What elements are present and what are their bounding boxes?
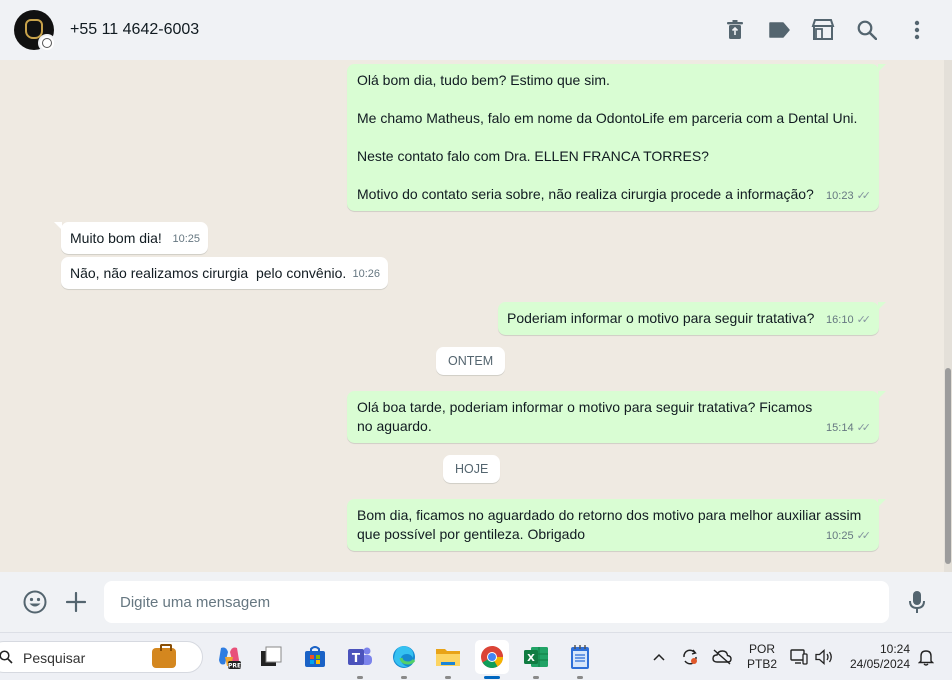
store-icon[interactable] xyxy=(298,640,332,674)
running-indicator xyxy=(577,676,583,679)
menu-icon[interactable] xyxy=(905,18,929,42)
windows-taskbar: Pesquisar PRE T X POR PTB2 10:24 24/05/2… xyxy=(0,632,952,680)
svg-text:PRE: PRE xyxy=(228,662,241,669)
message-composer xyxy=(0,572,952,632)
date-separator: HOJE xyxy=(443,455,501,483)
sync-icon[interactable] xyxy=(678,641,702,673)
clock-date: 24/05/2024 xyxy=(849,657,910,671)
message-meta: 10:26 xyxy=(352,265,380,284)
chat-scrollbar[interactable] xyxy=(944,60,952,572)
message-text: Neste contato falo com Dra. ELLEN FRANCA… xyxy=(357,148,709,164)
cloud-off-icon[interactable] xyxy=(710,641,734,673)
running-indicator xyxy=(401,676,407,679)
message-time: 15:14 xyxy=(826,422,854,434)
chrome-icon[interactable] xyxy=(475,640,509,679)
contact-avatar[interactable] xyxy=(14,10,56,52)
message-text: Não, não realizamos cirurgia pelo convên… xyxy=(70,265,347,281)
network-icon[interactable] xyxy=(787,641,811,673)
svg-text:X: X xyxy=(527,653,535,664)
message-meta: 10:25 ✓✓ xyxy=(826,527,871,546)
message-text: Motivo do contato seria sobre, não reali… xyxy=(357,186,814,202)
task-view-icon[interactable] xyxy=(254,640,288,674)
microphone-icon[interactable] xyxy=(905,590,929,614)
message-meta: 10:23 ✓✓ xyxy=(826,187,871,206)
scrollbar-thumb[interactable] xyxy=(945,368,951,564)
attach-plus-icon[interactable] xyxy=(64,590,88,614)
contact-name[interactable]: +55 11 4642-6003 xyxy=(70,21,199,39)
message-bubble-outgoing[interactable]: Bom dia, ficamos no aguardado do retorno… xyxy=(347,499,886,551)
keyboard-layout: PTB2 xyxy=(746,657,777,671)
message-time: 10:25 xyxy=(172,233,200,245)
emoji-icon[interactable] xyxy=(23,590,47,614)
date-separator: ONTEM xyxy=(436,347,506,375)
message-bubble-incoming[interactable]: Não, não realizamos cirurgia pelo convên… xyxy=(61,257,388,289)
edge-icon[interactable] xyxy=(387,640,421,679)
message-meta: 10:25 xyxy=(172,230,200,249)
store-icon[interactable] xyxy=(811,18,835,42)
chat-messages-area[interactable]: Olá bom dia, tudo bem? Estimo que sim. M… xyxy=(0,60,944,572)
message-bubble-outgoing[interactable]: Olá bom dia, tudo bem? Estimo que sim. M… xyxy=(347,64,886,211)
message-time: 10:26 xyxy=(352,268,380,280)
language-code: POR xyxy=(748,642,775,656)
system-clock[interactable]: 10:24 24/05/2024 xyxy=(842,642,916,672)
running-indicator xyxy=(445,676,451,679)
message-meta: 15:14 ✓✓ xyxy=(826,419,871,438)
double-check-icon: ✓✓ xyxy=(856,422,872,434)
message-time: 10:25 xyxy=(826,530,854,542)
message-text: Bom dia, ficamos no aguardado do retorno… xyxy=(357,507,866,542)
message-bubble-outgoing[interactable]: Olá boa tarde, poderiam informar o motiv… xyxy=(347,391,886,443)
search-icon xyxy=(0,650,13,664)
search-icon[interactable] xyxy=(855,18,879,42)
clock-time: 10:24 xyxy=(879,642,910,656)
volume-icon[interactable] xyxy=(812,641,836,673)
chevron-up-icon[interactable] xyxy=(648,641,670,673)
taskbar-search[interactable]: Pesquisar xyxy=(0,641,203,673)
double-check-icon: ✓✓ xyxy=(856,314,872,326)
message-meta: 16:10 ✓✓ xyxy=(826,311,871,330)
briefcase-icon xyxy=(152,644,176,668)
message-text: Poderiam informar o motivo para seguir t… xyxy=(507,310,815,326)
message-time: 16:10 xyxy=(826,314,854,326)
message-bubble-outgoing[interactable]: Poderiam informar o motivo para seguir t… xyxy=(498,302,886,335)
message-text: Me chamo Matheus, falo em nome da Odonto… xyxy=(357,110,858,126)
copilot-icon[interactable]: PRE xyxy=(212,640,246,674)
message-time: 10:23 xyxy=(826,190,854,202)
file-explorer-icon[interactable] xyxy=(431,640,465,679)
input-language-indicator[interactable]: POR PTB2 xyxy=(744,642,780,672)
chat-header: +55 11 4642-6003 xyxy=(0,0,952,60)
label-icon[interactable] xyxy=(767,18,791,42)
message-text: Olá boa tarde, poderiam informar o motiv… xyxy=(357,399,817,434)
running-indicator xyxy=(484,676,500,679)
message-input[interactable] xyxy=(104,581,889,623)
message-bubble-incoming[interactable]: Muito bom dia! 10:25 xyxy=(54,222,208,254)
running-indicator xyxy=(533,676,539,679)
notepad-icon[interactable] xyxy=(563,640,597,679)
excel-icon[interactable]: X xyxy=(519,640,553,679)
message-text: Olá bom dia, tudo bem? Estimo que sim. xyxy=(357,72,610,88)
notification-bell-icon[interactable] xyxy=(915,641,937,673)
double-check-icon: ✓✓ xyxy=(856,190,872,202)
teams-icon[interactable]: T xyxy=(343,640,377,679)
double-check-icon: ✓✓ xyxy=(856,530,872,542)
running-indicator xyxy=(357,676,363,679)
svg-text:T: T xyxy=(352,651,361,665)
status-badge-icon xyxy=(38,34,56,52)
taskbar-search-label: Pesquisar xyxy=(23,650,86,666)
delete-icon[interactable] xyxy=(723,18,747,42)
